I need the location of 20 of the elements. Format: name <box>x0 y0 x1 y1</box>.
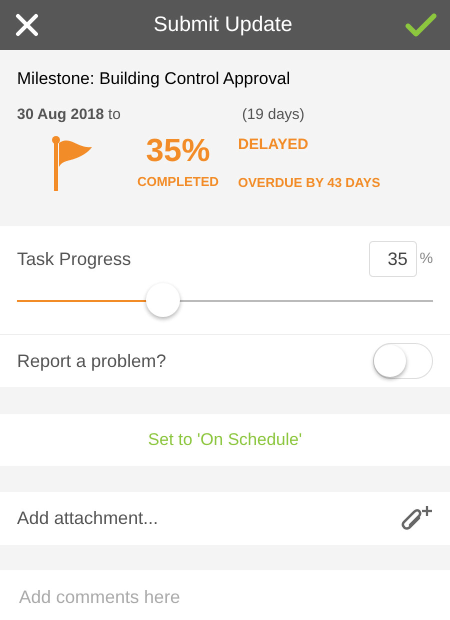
date-range: 30 Aug 2018 to <box>17 104 122 124</box>
header-title: Submit Update <box>154 12 292 38</box>
check-icon <box>404 12 437 38</box>
status-text: DELAYED <box>238 135 310 155</box>
progress-slider[interactable] <box>17 283 433 319</box>
attachment-row[interactable]: Add attachment... <box>0 492 450 545</box>
close-icon <box>15 13 39 37</box>
percent-value: 35% <box>146 134 210 166</box>
duration-text: (19 days) <box>242 104 305 124</box>
task-progress-label: Task Progress <box>17 248 132 271</box>
slider-thumb[interactable] <box>146 283 180 317</box>
overdue-text: OVERDUE BY 43 DAYS <box>238 174 380 192</box>
percent-label: COMPLETED <box>137 173 219 192</box>
report-problem-label: Report a problem? <box>17 350 166 373</box>
percent-unit: % <box>420 248 433 269</box>
attachment-label: Add attachment... <box>17 507 158 530</box>
progress-input[interactable]: 35 <box>368 241 417 277</box>
problem-toggle[interactable] <box>373 343 433 379</box>
milestone-title: Milestone: Building Control Approval <box>17 68 292 90</box>
comments-field[interactable]: Add comments here <box>0 570 450 620</box>
